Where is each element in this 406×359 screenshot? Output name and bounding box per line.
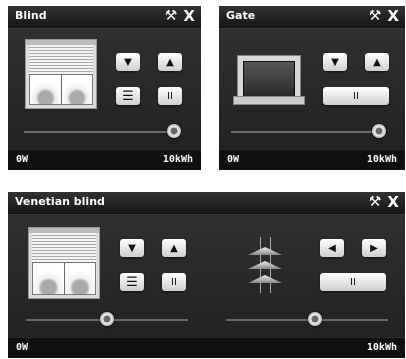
gate-down-button[interactable]: ▼ (323, 53, 347, 71)
venetian-title: Venetian blind (15, 195, 105, 208)
blind-stop-button[interactable]: II (158, 87, 182, 105)
venetian-panel: Venetian blind ⚒ X ▼ ▲ ☰ II ◀ ▶ II 0W 10… (8, 192, 405, 358)
venetian-tilt-slider[interactable] (226, 312, 388, 326)
close-icon[interactable]: X (387, 193, 399, 211)
blind-title: Blind (15, 9, 47, 22)
venetian-tilt-stop-button[interactable]: II (320, 273, 386, 291)
gate-stop-button[interactable]: II (323, 87, 389, 105)
venetian-tilt-right-button[interactable]: ▶ (362, 239, 386, 257)
blind-slider[interactable] (24, 124, 181, 138)
blind-menu-button[interactable]: ☰ (116, 87, 140, 105)
gate-panel: Gate ⚒ X ▼ ▲ II 0W 10kWh (219, 6, 405, 170)
gate-energy: 10kWh (366, 154, 397, 165)
venetian-position-knob[interactable] (100, 312, 114, 326)
wrench-icon[interactable]: ⚒ (369, 194, 382, 210)
close-icon[interactable]: X (387, 7, 399, 25)
venetian-menu-button[interactable]: ☰ (120, 273, 144, 291)
venetian-energy: 10kWh (366, 342, 397, 353)
venetian-down-button[interactable]: ▼ (120, 239, 144, 257)
gate-title: Gate (226, 9, 256, 22)
gate-slider-knob[interactable] (372, 124, 386, 138)
venetian-blind-image (28, 227, 100, 299)
gate-slider[interactable] (231, 124, 386, 138)
blind-down-button[interactable]: ▼ (116, 53, 140, 71)
blind-image (25, 39, 97, 109)
gate-up-button[interactable]: ▲ (365, 53, 389, 71)
gate-power: 0W (227, 154, 240, 165)
gate-image (233, 55, 305, 105)
venetian-power: 0W (16, 342, 29, 353)
venetian-tilt-left-button[interactable]: ◀ (320, 239, 344, 257)
gate-footer: 0W 10kWh (219, 149, 405, 170)
blind-energy: 10kWh (162, 154, 193, 165)
slat-tilt-icon (246, 237, 286, 297)
gate-titlebar: Gate ⚒ X (219, 6, 405, 29)
gate-body: ▼ ▲ II (219, 29, 405, 149)
close-icon[interactable]: X (183, 7, 195, 25)
venetian-body: ▼ ▲ ☰ II ◀ ▶ II (8, 215, 405, 337)
blind-footer: 0W 10kWh (8, 149, 201, 170)
venetian-stop-button[interactable]: II (162, 273, 186, 291)
venetian-titlebar: Venetian blind ⚒ X (8, 192, 405, 215)
blind-slider-knob[interactable] (167, 124, 181, 138)
venetian-up-button[interactable]: ▲ (162, 239, 186, 257)
blind-up-button[interactable]: ▲ (158, 53, 182, 71)
blind-power: 0W (16, 154, 29, 165)
blind-body: ▼ ▲ ☰ II (8, 29, 201, 149)
venetian-position-slider[interactable] (26, 312, 188, 326)
blind-panel: Blind ⚒ X ▼ ▲ ☰ II 0W 10kWh (8, 6, 201, 170)
venetian-footer: 0W 10kWh (8, 337, 405, 358)
blind-titlebar: Blind ⚒ X (8, 6, 201, 29)
wrench-icon[interactable]: ⚒ (165, 8, 178, 24)
wrench-icon[interactable]: ⚒ (369, 8, 382, 24)
venetian-tilt-knob[interactable] (308, 312, 323, 326)
